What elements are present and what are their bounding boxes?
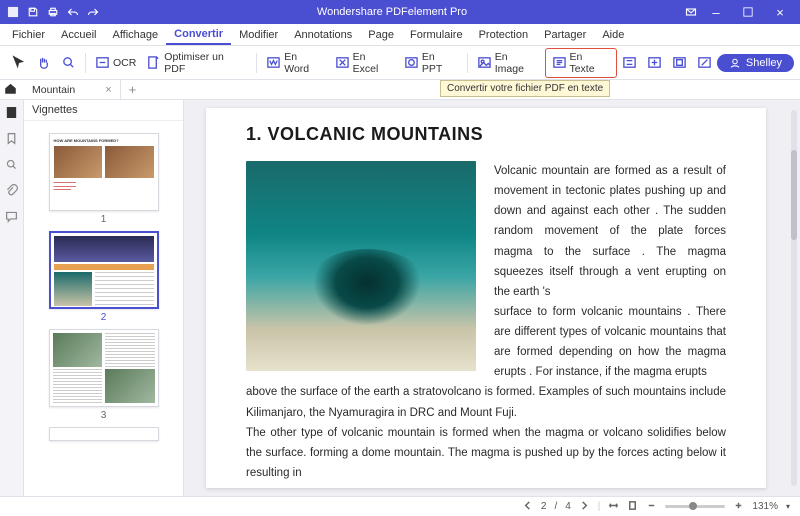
thumbnail-page-2[interactable]: 2 (49, 231, 159, 323)
menu-convertir[interactable]: Convertir (166, 24, 231, 45)
thumbnail-label: 3 (49, 410, 159, 421)
thumbnail-page-4[interactable] (49, 427, 159, 441)
toolbar: OCR Optimiser un PDF En Word En Excel En… (0, 46, 800, 80)
select-tool[interactable] (6, 53, 31, 72)
thumbnail-page-1[interactable]: HOW ARE MOUNTAINS FORMED?▬▬▬▬▬▬▬▬▬▬▬▬▬▬▬… (49, 133, 159, 225)
to-word-button[interactable]: En Word (261, 49, 329, 77)
convert-extra-1[interactable] (617, 53, 642, 72)
bookmark-icon[interactable] (5, 132, 18, 148)
menu-fichier[interactable]: Fichier (4, 24, 53, 45)
mail-icon[interactable] (684, 5, 698, 19)
redo-icon[interactable] (86, 5, 100, 19)
thumbnails-icon[interactable] (5, 106, 18, 122)
home-icon[interactable] (4, 82, 17, 98)
menu-bar: Fichier Accueil Affichage Convertir Modi… (0, 24, 800, 46)
thumbnail-page-3[interactable]: 3 (49, 329, 159, 421)
thumbnails-panel: Vignettes HOW ARE MOUNTAINS FORMED?▬▬▬▬▬… (24, 100, 184, 496)
document-tab-label: Mountain (32, 84, 75, 96)
to-text-tooltip: Convertir votre fichier PDF en texte (440, 80, 610, 97)
prev-page-button[interactable] (522, 500, 533, 514)
thumbnail-label: 1 (49, 214, 159, 225)
page-current: 2 (541, 501, 547, 512)
left-icon-strip (0, 100, 24, 496)
tab-close-button[interactable]: × (105, 84, 111, 96)
document-tabbar: Mountain × + (0, 80, 800, 100)
page-heading: 1. VOLCANIC MOUNTAINS (246, 124, 726, 145)
zoom-in-button[interactable] (733, 500, 744, 514)
title-bar: Wondershare PDFelement Pro – × (0, 0, 800, 24)
zoom-level: 131% (752, 501, 778, 512)
menu-protection[interactable]: Protection (471, 24, 537, 45)
thumbnails-list[interactable]: HOW ARE MOUNTAINS FORMED?▬▬▬▬▬▬▬▬▬▬▬▬▬▬▬… (24, 121, 183, 496)
zoom-dropdown-icon[interactable]: ▾ (786, 502, 790, 511)
document-tab[interactable]: Mountain × (24, 80, 121, 99)
thumbnail-label: 2 (49, 312, 159, 323)
menu-modifier[interactable]: Modifier (231, 24, 286, 45)
app-title: Wondershare PDFelement Pro (100, 6, 684, 18)
comment-icon[interactable] (5, 210, 18, 226)
maximize-button[interactable] (734, 3, 762, 21)
vertical-scrollbar[interactable] (788, 100, 800, 496)
menu-formulaire[interactable]: Formulaire (402, 24, 471, 45)
article-paragraph: The other type of volcanic mountain is f… (246, 423, 726, 483)
ocr-button[interactable]: OCR (90, 53, 141, 72)
zoom-dropdown[interactable] (56, 53, 81, 72)
article-paragraph: above the surface of the earth a stratov… (246, 382, 726, 422)
print-icon[interactable] (46, 5, 60, 19)
page-separator: / (554, 501, 557, 512)
minimize-button[interactable]: – (702, 3, 730, 21)
document-viewport[interactable]: 1. VOLCANIC MOUNTAINS Volcanic mountain … (184, 100, 800, 496)
menu-partager[interactable]: Partager (536, 24, 594, 45)
menu-page[interactable]: Page (360, 24, 402, 45)
document-page: 1. VOLCANIC MOUNTAINS Volcanic mountain … (206, 108, 766, 488)
hand-tool[interactable] (31, 53, 56, 72)
save-icon[interactable] (26, 5, 40, 19)
close-button[interactable]: × (766, 3, 794, 21)
page-total: 4 (565, 501, 571, 512)
thumbnails-header: Vignettes (24, 100, 183, 121)
next-page-button[interactable] (579, 500, 590, 514)
app-logo-icon (6, 5, 20, 19)
zoom-slider[interactable] (665, 505, 725, 508)
convert-extra-3[interactable] (667, 53, 692, 72)
status-bar: 2 / 4 | 131% ▾ (0, 496, 800, 516)
new-tab-button[interactable]: + (121, 82, 145, 97)
menu-aide[interactable]: Aide (594, 24, 632, 45)
to-text-button[interactable]: En Texte (545, 48, 617, 78)
convert-extra-4[interactable] (692, 53, 717, 72)
user-account-button[interactable]: Shelley (717, 54, 794, 72)
to-excel-button[interactable]: En Excel (330, 49, 399, 77)
attachment-icon[interactable] (5, 184, 18, 200)
zoom-out-button[interactable] (646, 500, 657, 514)
to-ppt-button[interactable]: En PPT (399, 49, 463, 77)
search-strip-icon[interactable] (5, 158, 18, 174)
user-name: Shelley (746, 57, 782, 69)
undo-icon[interactable] (66, 5, 80, 19)
menu-affichage[interactable]: Affichage (104, 24, 166, 45)
article-image (246, 161, 476, 371)
fit-width-icon[interactable] (608, 500, 619, 514)
menu-annotations[interactable]: Annotations (286, 24, 360, 45)
fit-page-icon[interactable] (627, 500, 638, 514)
convert-extra-2[interactable] (642, 53, 667, 72)
to-image-button[interactable]: En Image (472, 49, 545, 77)
menu-accueil[interactable]: Accueil (53, 24, 104, 45)
optimize-pdf-button[interactable]: Optimiser un PDF (141, 49, 252, 77)
